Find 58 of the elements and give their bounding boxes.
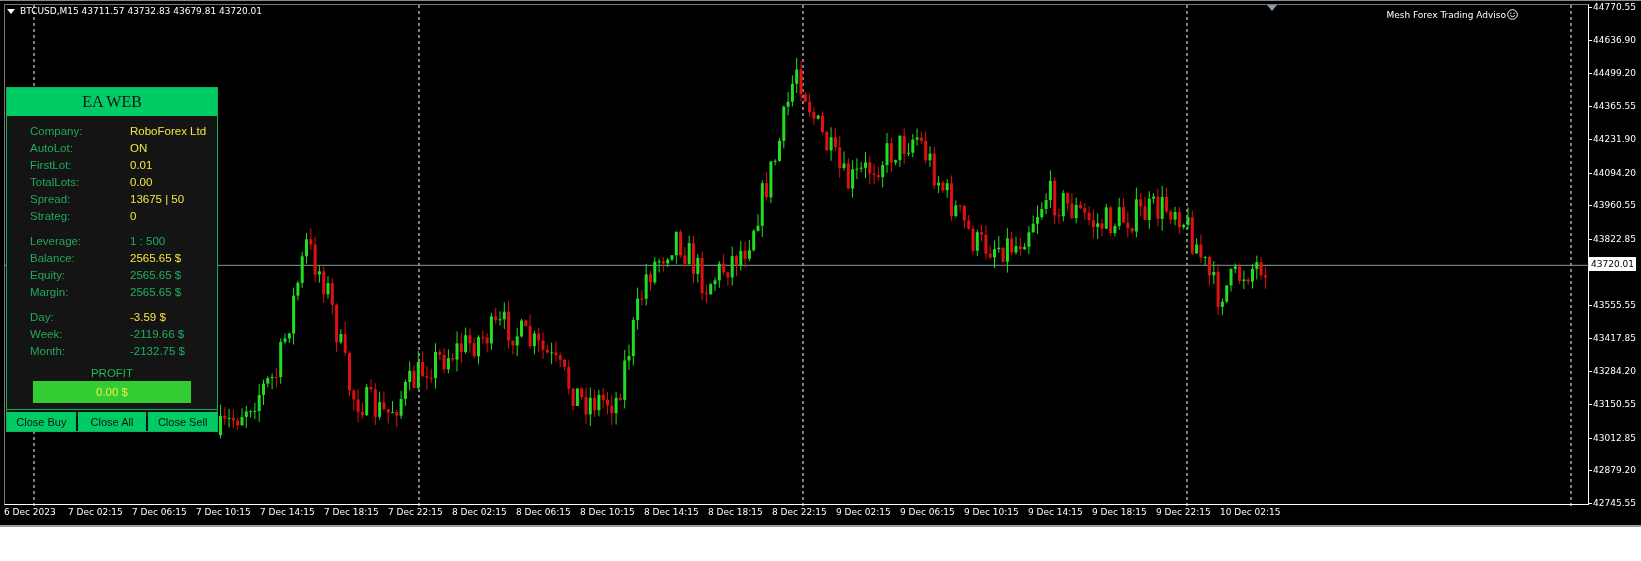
field-value: 0 xyxy=(130,209,137,222)
field-value: 0.01 xyxy=(130,158,153,171)
time-label: 8 Dec 10:15 xyxy=(580,507,636,519)
close-button[interactable]: Close All xyxy=(77,412,147,431)
field-value: 2565.65 $ xyxy=(130,268,182,281)
time-label: 10 Dec 02:15 xyxy=(1220,507,1282,519)
close-button[interactable]: Close Buy xyxy=(7,412,76,431)
dropdown-icon[interactable] xyxy=(7,8,15,14)
panel-title: EA WEB xyxy=(7,88,217,116)
time-label: 9 Dec 22:15 xyxy=(1156,507,1212,519)
time-label: 7 Dec 10:15 xyxy=(196,507,252,519)
field-label: Balance: xyxy=(29,251,76,264)
field-value: 13675 | 50 xyxy=(130,192,185,205)
current-price-label: 43720.01 xyxy=(1589,257,1636,272)
shift-marker-icon xyxy=(1267,5,1277,11)
time-label: 6 Dec 2023 xyxy=(4,507,57,519)
field-value: 0.00 xyxy=(130,175,153,188)
field-label: Leverage: xyxy=(29,234,83,247)
field-label: Equity: xyxy=(29,268,67,281)
field-label: Spread: xyxy=(29,192,72,205)
time-label: 9 Dec 06:15 xyxy=(900,507,956,519)
time-label: 8 Dec 14:15 xyxy=(644,507,700,519)
field-value: RoboForex Ltd xyxy=(130,124,207,137)
time-label: 8 Dec 22:15 xyxy=(772,507,828,519)
field-value: 2565.65 $ xyxy=(130,251,182,264)
field-value: -3.59 $ xyxy=(130,310,166,323)
field-label: Week: xyxy=(29,327,64,340)
expert-name: Mesh Forex Trading Adviso xyxy=(1386,9,1506,20)
time-label: 9 Dec 02:15 xyxy=(836,507,892,519)
time-label: 7 Dec 14:15 xyxy=(260,507,316,519)
time-label: 7 Dec 02:15 xyxy=(68,507,124,519)
field-label: AutoLot: xyxy=(29,141,74,154)
field-value: -2119.66 $ xyxy=(130,327,185,340)
close-button[interactable]: Close Sell xyxy=(148,412,217,431)
profit-label: PROFIT xyxy=(89,367,135,379)
time-label: 8 Dec 02:15 xyxy=(452,507,508,519)
time-label: 7 Dec 18:15 xyxy=(324,507,380,519)
field-value: 1 : 500 xyxy=(130,234,166,247)
field-label: Company: xyxy=(29,124,84,137)
field-label: Month: xyxy=(29,344,67,357)
time-label: 8 Dec 06:15 xyxy=(516,507,572,519)
profit-value: 0.00 $ xyxy=(33,381,191,403)
time-label: 7 Dec 06:15 xyxy=(132,507,188,519)
smiley-icon xyxy=(1507,9,1518,20)
field-label: Day: xyxy=(29,310,55,323)
field-label: FirstLot: xyxy=(29,158,73,171)
field-label: Strateg: xyxy=(29,209,72,222)
time-label: 9 Dec 18:15 xyxy=(1092,507,1148,519)
time-label: 9 Dec 10:15 xyxy=(964,507,1020,519)
symbol-quote: BTCUSD,M15 43711.57 43732.83 43679.81 43720.01 xyxy=(20,6,262,16)
time-label: 8 Dec 18:15 xyxy=(708,507,764,519)
field-label: Margin: xyxy=(29,285,70,298)
field-value: 2565.65 $ xyxy=(130,285,182,298)
field-value: -2132.75 $ xyxy=(130,344,185,357)
time-label: 7 Dec 22:15 xyxy=(388,507,444,519)
field-value: ON xyxy=(130,141,148,154)
field-label: TotalLots: xyxy=(29,175,81,188)
time-label: 9 Dec 14:15 xyxy=(1028,507,1084,519)
